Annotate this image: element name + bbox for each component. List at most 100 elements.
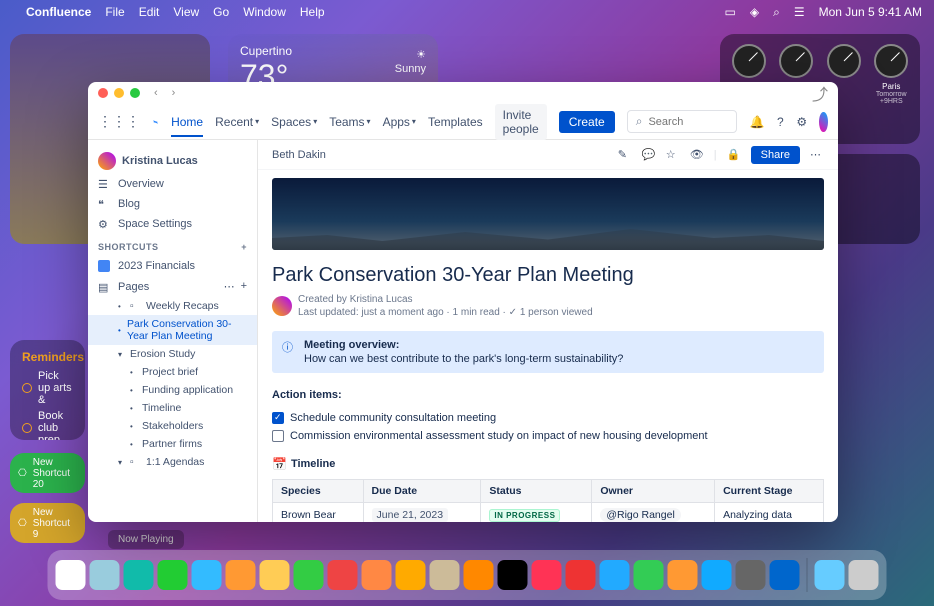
sidebar-tree-item[interactable]: •Stakeholders (88, 417, 257, 435)
sidebar-shortcut-item[interactable]: 2023 Financials (88, 256, 257, 276)
dock-app-icon[interactable] (702, 560, 732, 590)
edit-icon[interactable]: ✎ (618, 148, 632, 162)
menu-go[interactable]: Go (213, 5, 229, 19)
search-input[interactable] (648, 116, 728, 128)
dock-app-icon[interactable] (668, 560, 698, 590)
sidebar-tree-item[interactable]: ▾▫1:1 Agendas (88, 453, 257, 471)
dock-app-icon[interactable] (362, 560, 392, 590)
sidebar-pages[interactable]: ▤Pages⋯+ (88, 276, 257, 297)
window-close-icon[interactable] (98, 88, 108, 98)
sidebar-blog[interactable]: ❝Blog (88, 194, 257, 214)
nav-templates[interactable]: Templates (428, 115, 483, 129)
radio-icon[interactable] (22, 383, 32, 393)
dock-app-icon[interactable] (532, 560, 562, 590)
create-button[interactable]: Create (559, 111, 615, 133)
sidebar-space-settings[interactable]: ⚙Space Settings (88, 214, 257, 234)
nav-apps[interactable]: Apps▾ (383, 115, 416, 129)
wifi-icon[interactable]: ◈ (750, 5, 759, 19)
dock-app-icon[interactable] (294, 560, 324, 590)
dock-app-icon[interactable] (736, 560, 766, 590)
action-item[interactable]: Schedule community consultation meeting (272, 409, 824, 427)
cell-due-date[interactable]: June 21, 2023 (372, 508, 449, 522)
dock-app-icon[interactable] (770, 560, 800, 590)
sidebar-user[interactable]: Kristina Lucas (88, 148, 257, 174)
menubar-datetime[interactable]: Mon Jun 5 9:41 AM (819, 5, 922, 19)
invite-button[interactable]: Invite people (495, 104, 547, 140)
search-box[interactable]: ⌕ (627, 110, 738, 133)
shortcut-widget-9[interactable]: ⎔New Shortcut 9 (10, 503, 85, 543)
dock-app-icon[interactable] (498, 560, 528, 590)
window-zoom-icon[interactable] (130, 88, 140, 98)
sidebar-tree-item[interactable]: •Park Conservation 30-Year Plan Meeting (88, 315, 257, 345)
shortcut-widget-20[interactable]: ⎔New Shortcut 20 (10, 453, 85, 493)
menu-help[interactable]: Help (300, 5, 325, 19)
action-item[interactable]: Commission environmental assessment stud… (272, 427, 824, 445)
dock-app-icon[interactable] (226, 560, 256, 590)
dock-app-icon[interactable] (566, 560, 596, 590)
add-page-icon[interactable]: + (241, 280, 247, 293)
dock-app-icon[interactable] (56, 560, 86, 590)
nav-recent[interactable]: Recent▾ (215, 115, 259, 129)
help-icon[interactable]: ? (776, 113, 784, 131)
dock-app-icon[interactable] (430, 560, 460, 590)
checkbox-icon[interactable] (272, 430, 284, 442)
dock-app-icon[interactable] (124, 560, 154, 590)
dock-app-icon[interactable] (396, 560, 426, 590)
reminders-widget[interactable]: Reminders Pick up arts & Book club prep … (10, 340, 85, 440)
spotlight-icon[interactable]: ⌕ (773, 5, 780, 20)
dock-app-icon[interactable] (90, 560, 120, 590)
nav-teams[interactable]: Teams▾ (329, 115, 370, 129)
dock-app-icon[interactable] (158, 560, 188, 590)
breadcrumb[interactable]: Beth Dakin (272, 149, 326, 161)
dock-app-icon[interactable] (849, 560, 879, 590)
window-titlebar[interactable]: ‹ › ⤴ (88, 82, 838, 104)
dock-app-icon[interactable] (600, 560, 630, 590)
lock-icon[interactable]: 🔒 (727, 148, 741, 162)
more-actions-icon[interactable]: ⋯ (810, 148, 824, 162)
sidebar-tree-item[interactable]: •▫Weekly Recaps (88, 297, 257, 315)
watch-icon[interactable]: 👁 (690, 148, 704, 162)
checkbox-checked-icon[interactable] (272, 412, 284, 424)
nav-back-icon[interactable]: ‹ (154, 87, 158, 99)
profile-avatar[interactable] (819, 112, 828, 132)
sidebar-tree-item[interactable]: ▾Erosion Study (88, 345, 257, 363)
nav-home[interactable]: Home (171, 115, 203, 137)
dock-app-icon[interactable] (815, 560, 845, 590)
control-center-icon[interactable]: ☰ (794, 5, 805, 19)
add-shortcut-icon[interactable]: + (241, 242, 247, 252)
dock-app-icon[interactable] (328, 560, 358, 590)
table-row[interactable]: Brown Bear June 21, 2023 IN PROGRESS @Ri… (273, 503, 824, 523)
menu-window[interactable]: Window (243, 5, 286, 19)
reminder-item[interactable]: Pick up arts & (22, 370, 73, 406)
nav-forward-icon[interactable]: › (172, 87, 176, 99)
menu-file[interactable]: File (105, 5, 124, 19)
user-mention[interactable]: @Rigo Rangel (600, 508, 680, 522)
menu-view[interactable]: View (173, 5, 199, 19)
sidebar-tree-item[interactable]: •Timeline (88, 399, 257, 417)
menubar-app-name[interactable]: Confluence (26, 5, 91, 19)
battery-icon[interactable]: ▭ (725, 5, 736, 19)
comment-icon[interactable]: 💬 (642, 148, 656, 162)
now-playing-widget[interactable]: Now Playing (108, 530, 184, 549)
dock-app-icon[interactable] (464, 560, 494, 590)
dock-app-icon[interactable] (634, 560, 664, 590)
more-icon[interactable]: ⋯ (224, 280, 235, 293)
window-minimize-icon[interactable] (114, 88, 124, 98)
notifications-icon[interactable]: 🔔 (749, 113, 764, 131)
share-button[interactable]: Share (751, 146, 800, 164)
nav-spaces[interactable]: Spaces▾ (271, 115, 317, 129)
share-icon[interactable]: ⤴ (812, 82, 828, 105)
reminder-item[interactable]: Book club prep (22, 410, 73, 440)
app-switcher-icon[interactable]: ⋮⋮⋮ (98, 113, 140, 130)
dock-app-icon[interactable] (260, 560, 290, 590)
sidebar-tree-item[interactable]: •Project brief (88, 363, 257, 381)
sidebar-overview[interactable]: ☰Overview (88, 174, 257, 194)
sidebar-tree-item[interactable]: •Partner firms (88, 435, 257, 453)
settings-icon[interactable]: ⚙ (796, 113, 807, 131)
radio-icon[interactable] (22, 423, 32, 433)
sidebar-tree-item[interactable]: •Funding application (88, 381, 257, 399)
confluence-logo-icon[interactable] (152, 114, 159, 130)
star-icon[interactable]: ☆ (666, 148, 680, 162)
menu-edit[interactable]: Edit (139, 5, 160, 19)
dock-app-icon[interactable] (192, 560, 222, 590)
